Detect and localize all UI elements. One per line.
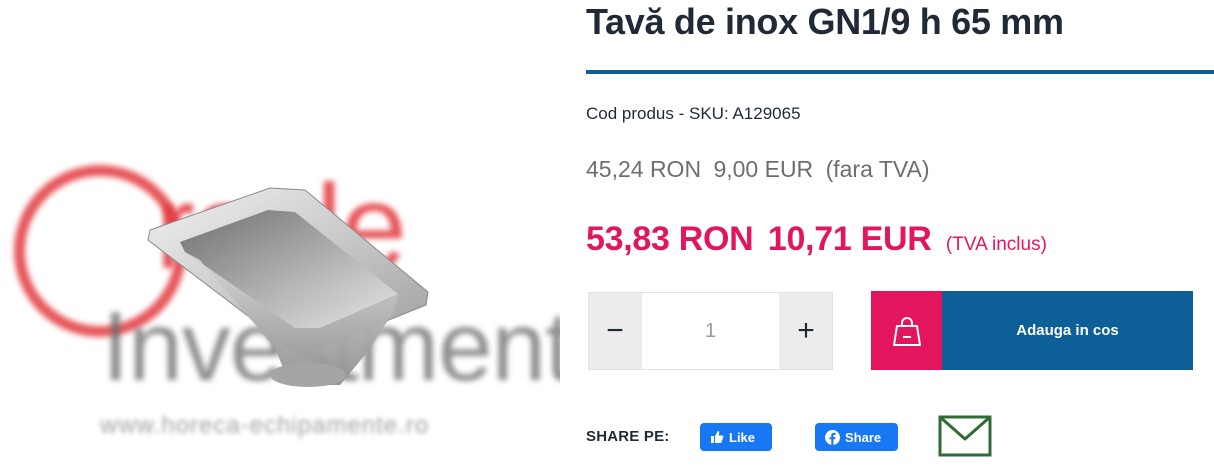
- facebook-like-button[interactable]: Like: [700, 423, 772, 451]
- facebook-like-label: Like: [729, 429, 756, 445]
- product-image[interactable]: racle Investment www.horeca-echipamente.…: [0, 0, 560, 467]
- steel-tray-illustration: [147, 187, 429, 387]
- quantity-input[interactable]: [642, 293, 779, 369]
- facebook-icon: [825, 429, 840, 445]
- watermark-url: www.horeca-echipamente.ro: [100, 412, 430, 439]
- price-without-vat: 45,24 RON 9,00 EUR (fara TVA): [586, 156, 936, 183]
- quantity-decrease-button[interactable]: −: [589, 293, 641, 369]
- add-to-cart-button[interactable]: Adauga in cos: [871, 291, 1193, 370]
- price-net-note: (fara TVA): [825, 156, 930, 182]
- add-to-cart-label[interactable]: Adauga in cos: [942, 291, 1193, 370]
- quantity-stepper: − +: [588, 292, 833, 370]
- title-divider: [586, 70, 1214, 74]
- price-net-ron: 45,24 RON: [586, 156, 702, 182]
- price-gross-note: (TVA inclus): [945, 234, 1047, 255]
- shopping-bag-icon: [892, 316, 921, 346]
- share-label: SHARE PE:: [586, 428, 670, 445]
- price-gross-eur: 10,71 EUR: [767, 220, 932, 258]
- price-net-eur: 9,00 EUR: [713, 156, 814, 182]
- quantity-increase-button[interactable]: +: [780, 293, 832, 369]
- thumbs-up-icon: [711, 431, 724, 443]
- envelope-icon[interactable]: [938, 414, 992, 458]
- cart-icon-box[interactable]: [871, 291, 942, 370]
- product-sku: Cod produs - SKU: A129065: [586, 104, 801, 123]
- price-gross-ron: 53,83 RON: [586, 220, 754, 258]
- facebook-share-label: Share: [845, 429, 882, 445]
- facebook-share-button[interactable]: Share: [815, 423, 898, 451]
- product-title: Tavă de inox GN1/9 h 65 mm: [586, 1, 1064, 42]
- price-with-vat: 53,83 RON 10,71 EUR (TVA inclus): [586, 220, 1047, 259]
